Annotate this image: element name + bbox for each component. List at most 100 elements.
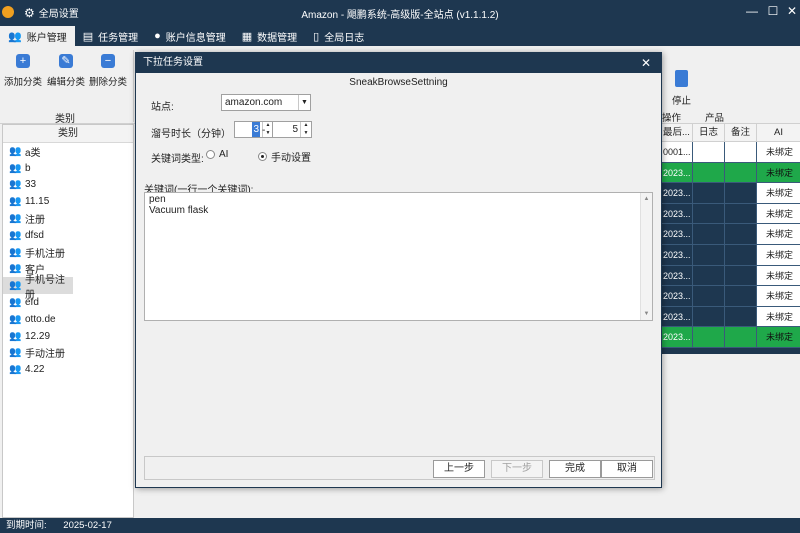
keywords-textarea[interactable]: pen Vacuum flask ▲ ▼ — [144, 192, 653, 321]
category-panel: 类别 👥 a类 👥 b 👥 33 👥 11.15 👥 注册 👥 dfsd 👥 手机注册 👥 客户 👥 手机号注册 👥… — [2, 124, 134, 518]
table-row[interactable]: 2023... 未绑定 — [660, 265, 800, 287]
category-label: a类 — [25, 147, 41, 159]
users-icon: 👥 — [9, 196, 22, 208]
cell-remark — [724, 142, 756, 162]
category-item[interactable]: 👥 手动注册 — [3, 345, 133, 362]
expiry-value: 2025-02-17 — [63, 520, 112, 531]
cell-remark — [724, 265, 756, 286]
tab-account-management[interactable]: 👥 账户管理 — [0, 26, 75, 46]
cell-remark — [724, 183, 756, 203]
users-icon: 👥 — [9, 280, 22, 292]
scrollbar[interactable]: ▲ ▼ — [640, 193, 652, 320]
scroll-down-icon[interactable]: ▼ — [641, 309, 652, 320]
table-body: 0001... 未绑定 2023... 未绑定 2023... 未绑定 2023... 未绑定… — [660, 142, 800, 348]
stop-button[interactable]: 停止 — [672, 70, 691, 107]
table-row[interactable]: 2023... 未绑定 — [660, 224, 800, 245]
duration-max-value: 5 — [292, 124, 298, 135]
table-row[interactable]: 0001... 未绑定 — [660, 142, 800, 163]
chevron-down-icon[interactable]: ▼ — [298, 95, 310, 110]
category-list: 👥 a类 👥 b 👥 33 👥 11.15 👥 注册 👥 dfsd 👥 手机注册 👥 客户 👥 手机号注册 👥 efd… — [3, 143, 133, 378]
cell-last: 2023... — [660, 203, 692, 224]
category-item[interactable]: 👥 a类 — [3, 143, 133, 160]
cell-log — [692, 265, 724, 286]
table-row[interactable]: 2023... 未绑定 — [660, 327, 800, 348]
column-header-log[interactable]: 日志 — [692, 124, 724, 141]
edit-category-button[interactable]: ✎ 编辑分类 — [46, 54, 86, 88]
prev-step-button[interactable]: 上一步 — [433, 460, 485, 478]
users-icon: 👥 — [9, 246, 22, 258]
finish-button[interactable]: 完成 — [549, 460, 601, 478]
column-header-last[interactable]: 最后... — [660, 124, 692, 141]
radio-ai[interactable]: AI — [206, 149, 228, 160]
close-window-button[interactable]: ✕ — [783, 4, 800, 18]
add-category-button[interactable]: + 添加分类 — [3, 54, 43, 88]
users-icon: 👥 — [9, 213, 22, 225]
category-item[interactable]: 👥 注册 — [3, 210, 133, 227]
tab-global-log[interactable]: ▯ 全局日志 — [305, 26, 372, 46]
category-label: 注册 — [25, 215, 45, 227]
cell-remark — [724, 286, 756, 306]
table-row[interactable]: 2023... 未绑定 — [660, 244, 800, 266]
minimize-button[interactable]: — — [743, 4, 761, 18]
cell-remark — [724, 224, 756, 244]
category-item[interactable]: 👥 33 — [3, 177, 133, 194]
close-icon[interactable]: ✕ — [641, 53, 651, 73]
keyword-type-label: 关键词类型: — [151, 154, 204, 165]
cell-ai: 未绑定 — [756, 244, 800, 265]
table-row[interactable]: 2023... 未绑定 — [660, 286, 800, 307]
radio-manual[interactable]: 手动设置 — [258, 149, 311, 164]
cell-ai: 未绑定 — [756, 142, 800, 162]
next-step-button[interactable]: 下一步 — [491, 460, 543, 478]
category-item[interactable]: 👥 手机注册 — [3, 244, 133, 261]
table-row[interactable]: 2023... 未绑定 — [660, 203, 800, 225]
category-item[interactable]: 👥 dfsd — [3, 227, 133, 244]
category-item[interactable]: 👥 11.15 — [3, 193, 133, 210]
tab-task-management[interactable]: ▤ 任务管理 — [75, 26, 146, 46]
cell-ai: 未绑定 — [756, 327, 800, 347]
add-category-label: 添加分类 — [3, 77, 42, 88]
plus-icon: + — [16, 54, 30, 68]
radio-manual-label: 手动设置 — [271, 153, 311, 164]
maximize-button[interactable]: ☐ — [764, 4, 782, 18]
column-header-remark[interactable]: 备注 — [724, 124, 756, 141]
table-row[interactable]: 2023... 未绑定 — [660, 162, 800, 184]
tab-label: 全局日志 — [324, 32, 365, 44]
site-select[interactable]: amazon.com ▼ — [221, 94, 311, 111]
keyword-line: pen — [149, 194, 166, 205]
category-item[interactable]: 👥 otto.de — [3, 311, 133, 328]
site-value: amazon.com — [225, 97, 283, 108]
category-item[interactable]: 👥 4.22 — [3, 361, 133, 378]
product-group-label: 产品 — [705, 113, 725, 124]
column-header-ai[interactable]: AI — [756, 124, 800, 141]
tab-data-management[interactable]: ▦ 数据管理 — [234, 26, 305, 46]
radio-ai-label: AI — [219, 149, 229, 160]
users-icon: 👥 — [9, 229, 22, 241]
duration-min-stepper[interactable]: 3 ▲ ▼ — [234, 121, 274, 138]
category-item[interactable]: 👥 手机号注册 — [3, 275, 73, 301]
cell-ai: 未绑定 — [756, 162, 800, 183]
cancel-button[interactable]: 取消 — [601, 460, 653, 478]
category-item[interactable]: 👥 b — [3, 160, 133, 177]
stepper-arrows-icon[interactable]: ▲ ▼ — [300, 122, 311, 137]
tab-account-info[interactable]: ● 账户信息管理 — [146, 26, 234, 46]
delete-category-button[interactable]: − 删除分类 — [88, 54, 128, 88]
cell-ai: 未绑定 — [756, 183, 800, 203]
cell-ai: 未绑定 — [756, 203, 800, 224]
tab-label: 账户信息管理 — [165, 32, 226, 44]
category-item[interactable]: 👥 12.29 — [3, 328, 133, 345]
book-icon: ▤ — [82, 30, 94, 43]
radio-button-icon[interactable] — [258, 152, 267, 161]
duration-min-value: 3 — [252, 122, 260, 137]
grid-icon: ▦ — [241, 30, 253, 43]
edit-category-label: 编辑分类 — [46, 77, 85, 88]
table-row[interactable]: 2023... 未绑定 — [660, 306, 800, 328]
tab-label: 数据管理 — [257, 32, 298, 44]
category-label: 11.15 — [25, 196, 50, 208]
radio-button-icon[interactable] — [206, 150, 215, 159]
duration-max-stepper[interactable]: 5 ▲ ▼ — [272, 121, 312, 138]
scroll-up-icon[interactable]: ▲ — [641, 194, 652, 205]
dialog-subtitle: SneakBrowseSettning — [349, 77, 448, 88]
table-row[interactable]: 2023... 未绑定 — [660, 183, 800, 204]
user-icon: ● — [154, 30, 161, 42]
users-icon: 👥 — [8, 30, 22, 43]
